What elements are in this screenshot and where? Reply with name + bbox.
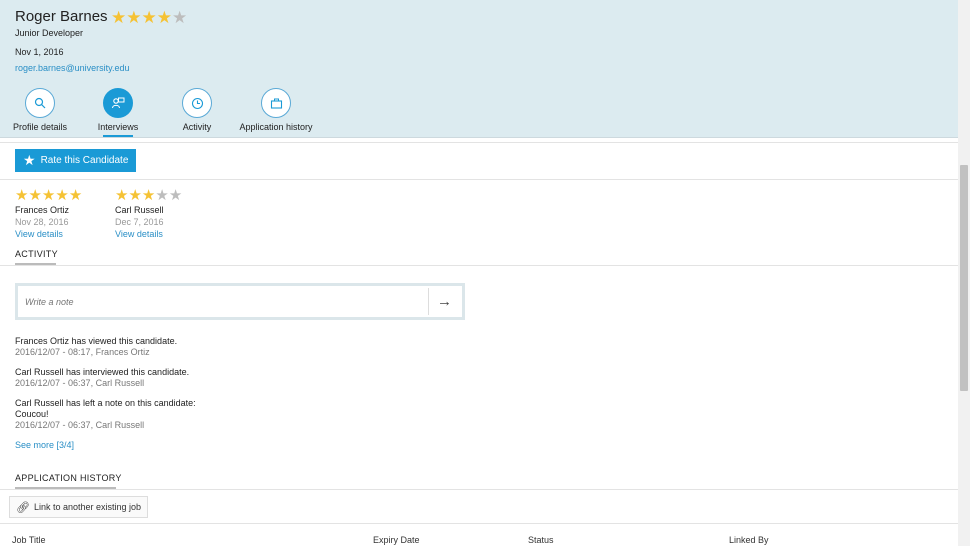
send-note-button[interactable]: → bbox=[428, 288, 460, 315]
link-icon: 🔗︎ bbox=[16, 501, 30, 514]
rate-candidate-button[interactable]: ★ Rate this Candidate bbox=[15, 149, 136, 172]
review-rating: ★★★★★ bbox=[115, 186, 182, 204]
see-more-link[interactable]: See more [3/4] bbox=[15, 440, 74, 450]
star-filled-icon: ★ bbox=[15, 187, 29, 204]
star-filled-icon: ★ bbox=[141, 187, 156, 204]
scrollbar-thumb[interactable] bbox=[960, 165, 968, 391]
reviewer-name: Carl Russell bbox=[115, 205, 164, 215]
star-filled-icon: ★ bbox=[141, 8, 157, 27]
review-rating: ★★★★★ bbox=[15, 186, 82, 204]
reviewer-name: Frances Ortiz bbox=[15, 205, 70, 215]
column-header-job-title[interactable]: Job Title bbox=[12, 535, 46, 545]
star-filled-icon: ★ bbox=[126, 8, 142, 27]
link-button-label: Link to another existing job bbox=[33, 502, 142, 512]
clock-icon bbox=[182, 88, 212, 118]
candidate-email-link[interactable]: roger.barnes@university.edu bbox=[15, 63, 130, 73]
column-header-expiry-date[interactable]: Expiry Date bbox=[373, 535, 420, 545]
star-empty-icon: ★ bbox=[168, 187, 183, 204]
candidate-date: Nov 1, 2016 bbox=[15, 47, 64, 57]
link-existing-job-button[interactable]: 🔗︎ Link to another existing job bbox=[9, 496, 149, 518]
column-header-linked-by[interactable]: Linked By bbox=[729, 535, 769, 545]
review-date: Dec 7, 2016 bbox=[115, 217, 164, 227]
candidate-name: Roger Barnes bbox=[15, 8, 108, 25]
active-tab-indicator bbox=[103, 135, 133, 137]
application-history-title: APPLICATION HISTORY bbox=[15, 473, 122, 483]
star-icon: ★ bbox=[23, 152, 36, 168]
scrollbar[interactable] bbox=[958, 0, 970, 546]
candidate-role: Junior Developer bbox=[15, 28, 84, 38]
activity-meta: 2016/12/07 - 06:37, Carl Russell bbox=[15, 420, 145, 430]
note-input[interactable] bbox=[18, 286, 437, 317]
star-filled-icon: ★ bbox=[28, 187, 42, 204]
activity-item: Carl Russell has left a note on this can… bbox=[15, 398, 196, 431]
tab-application-history[interactable]: Application history bbox=[226, 88, 326, 132]
search-icon bbox=[25, 88, 55, 118]
view-details-link[interactable]: View details bbox=[15, 229, 82, 239]
activity-section-title: ACTIVITY bbox=[15, 249, 58, 259]
activity-item: Frances Ortiz has viewed this candidate.… bbox=[15, 336, 177, 358]
divider bbox=[0, 142, 958, 143]
arrow-right-icon: → bbox=[437, 293, 452, 310]
review-card: ★★★★★ Carl Russell Dec 7, 2016 View deta… bbox=[115, 186, 182, 239]
candidate-rating: ★★★★★ bbox=[111, 8, 187, 28]
divider bbox=[0, 523, 958, 524]
star-empty-icon: ★ bbox=[172, 8, 188, 27]
divider bbox=[0, 179, 958, 180]
review-date: Nov 28, 2016 bbox=[15, 217, 69, 227]
star-filled-icon: ★ bbox=[68, 187, 83, 204]
activity-item: Carl Russell has interviewed this candid… bbox=[15, 367, 189, 389]
column-header-status[interactable]: Status bbox=[528, 535, 554, 545]
divider bbox=[0, 489, 958, 490]
interviews-icon bbox=[103, 88, 133, 118]
activity-note: Coucou! bbox=[15, 409, 49, 419]
activity-text: Frances Ortiz has viewed this candidate. bbox=[15, 336, 178, 346]
activity-text: Carl Russell has interviewed this candid… bbox=[15, 367, 190, 377]
star-filled-icon: ★ bbox=[111, 8, 127, 27]
star-filled-icon: ★ bbox=[41, 187, 56, 204]
briefcase-icon bbox=[261, 88, 291, 118]
star-filled-icon: ★ bbox=[115, 187, 129, 204]
rate-button-label: Rate this Candidate bbox=[40, 155, 129, 166]
candidate-header: Roger Barnes ★★★★★ Junior Developer Nov … bbox=[0, 0, 958, 138]
activity-meta: 2016/12/07 - 08:17, Frances Ortiz bbox=[15, 347, 150, 357]
star-filled-icon: ★ bbox=[156, 8, 172, 27]
divider bbox=[0, 265, 958, 266]
star-empty-icon: ★ bbox=[155, 187, 169, 204]
view-details-link[interactable]: View details bbox=[115, 229, 182, 239]
tab-label: Application history bbox=[239, 122, 313, 132]
star-filled-icon: ★ bbox=[55, 187, 69, 204]
note-composer: → bbox=[15, 283, 465, 320]
review-card: ★★★★★ Frances Ortiz Nov 28, 2016 View de… bbox=[15, 186, 82, 239]
activity-text: Carl Russell has left a note on this can… bbox=[15, 398, 196, 408]
activity-meta: 2016/12/07 - 06:37, Carl Russell bbox=[15, 378, 145, 388]
star-filled-icon: ★ bbox=[128, 187, 142, 204]
